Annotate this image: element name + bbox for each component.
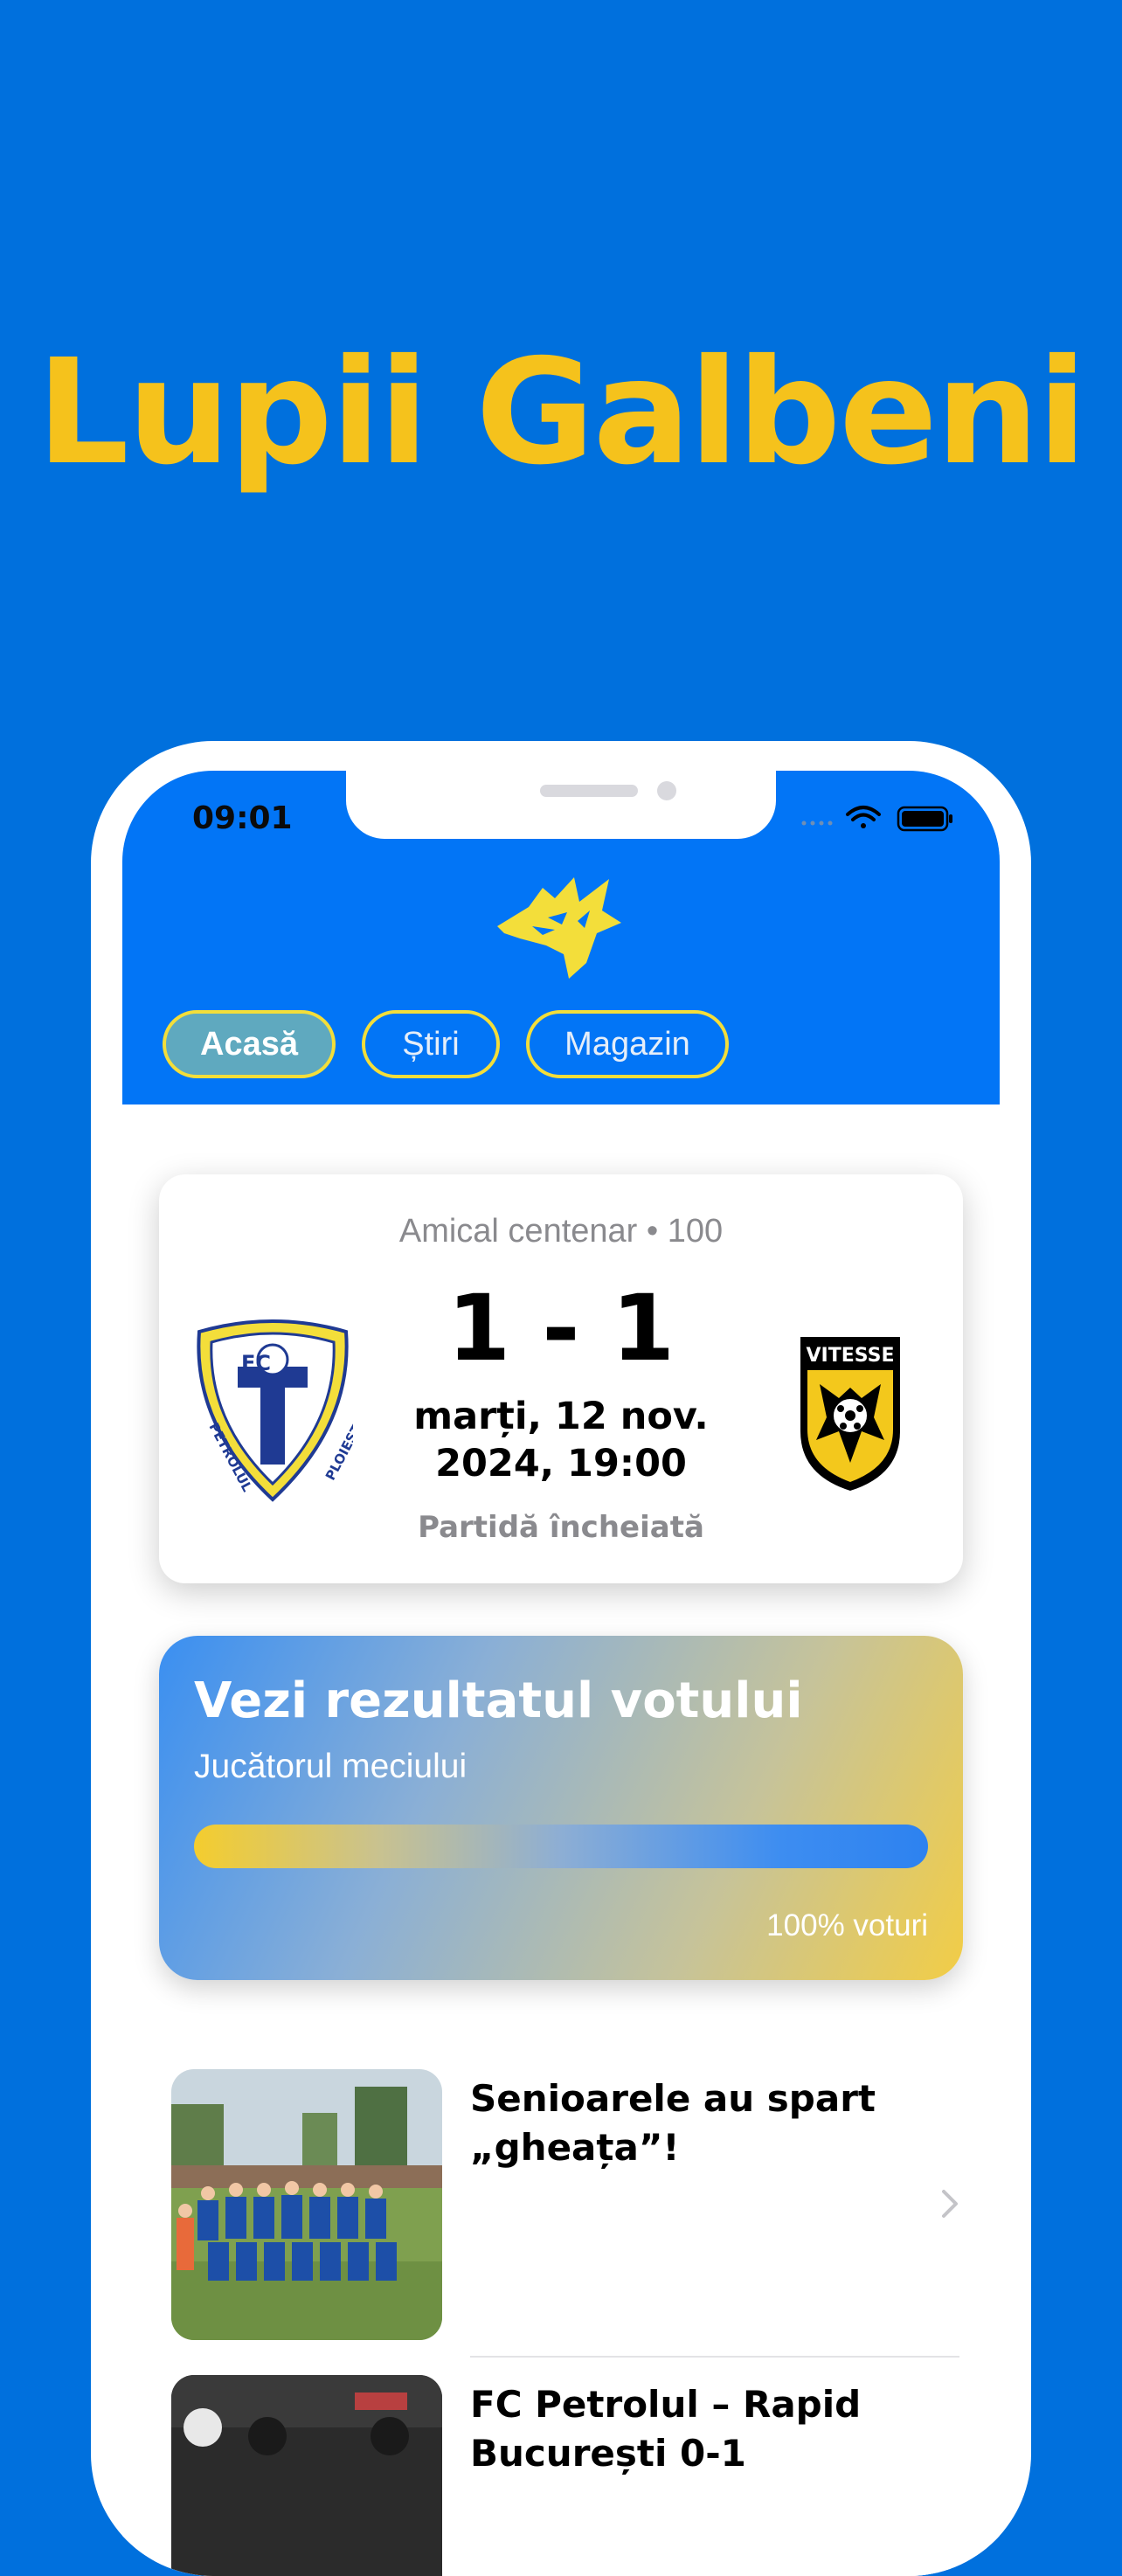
status-time: 09:01 — [192, 800, 293, 836]
tab-acasa[interactable]: Acasă — [163, 1010, 336, 1078]
chevron-right-icon — [942, 2190, 958, 2218]
women-team-photo — [171, 2069, 442, 2340]
vote-percent-label: 100% voturi — [766, 1908, 928, 1942]
battery-icon — [897, 806, 952, 832]
promo-headline: Lupii Galbeni — [36, 329, 1087, 497]
tab-label: Magazin — [564, 1025, 690, 1063]
tab-stiri[interactable]: Știri — [362, 1010, 500, 1078]
match-status: Partidă încheiată — [418, 1510, 704, 1545]
wifi-icon — [846, 806, 881, 828]
news-item[interactable]: Senioarele au spart „gheața”! — [171, 2069, 1000, 2340]
app-screen: 09:01 Acasă Știri Magazin Amical centena… — [122, 771, 1000, 2576]
vitesse-crest: VITESSE — [800, 1337, 900, 1491]
app-header: 09:01 Acasă Știri Magazin — [122, 771, 1000, 1104]
front-camera — [657, 781, 676, 800]
tab-magazin[interactable]: Magazin — [526, 1010, 729, 1078]
match-event: Amical centenar • 100 — [398, 1213, 724, 1250]
news-title: Senioarele au spart „gheața”! — [470, 2077, 876, 2169]
device-notch — [346, 771, 776, 839]
vote-results-card[interactable]: Vezi rezultatul votului Jucătorul meciul… — [159, 1636, 963, 1980]
news-thumbnail — [171, 2069, 442, 2340]
vote-progress-fill — [194, 1825, 928, 1868]
vote-progress-bar — [194, 1825, 928, 1868]
news-thumbnail — [171, 2375, 442, 2576]
tab-label: Știri — [402, 1025, 460, 1063]
signal-icon — [801, 821, 833, 826]
speaker-grille — [540, 785, 638, 797]
status-icons — [801, 806, 952, 832]
phone-frame: 09:01 Acasă Știri Magazin Amical centena… — [91, 741, 1031, 2576]
news-title: FC Petrolul – Rapid București 0-1 — [470, 2383, 862, 2475]
match-date: marți, 12 nov. 2024, 19:00 — [413, 1395, 709, 1485]
wolf-logo-icon — [497, 877, 621, 979]
match-action-photo — [171, 2375, 442, 2576]
tab-label: Acasă — [200, 1025, 298, 1063]
list-divider — [470, 2356, 959, 2358]
news-item[interactable]: FC Petrolul – Rapid București 0-1 — [171, 2375, 1000, 2576]
home-content: Amical centenar • 100 FC PETROLUL PLOIEȘ… — [122, 1104, 1000, 2576]
vote-title: Vezi rezultatul votului — [194, 1672, 803, 1729]
match-card[interactable]: Amical centenar • 100 FC PETROLUL PLOIEȘ… — [159, 1174, 963, 1583]
crest-vitesse-label: VITESSE — [807, 1345, 895, 1367]
vote-subtitle: Jucătorul meciului — [194, 1748, 468, 1785]
